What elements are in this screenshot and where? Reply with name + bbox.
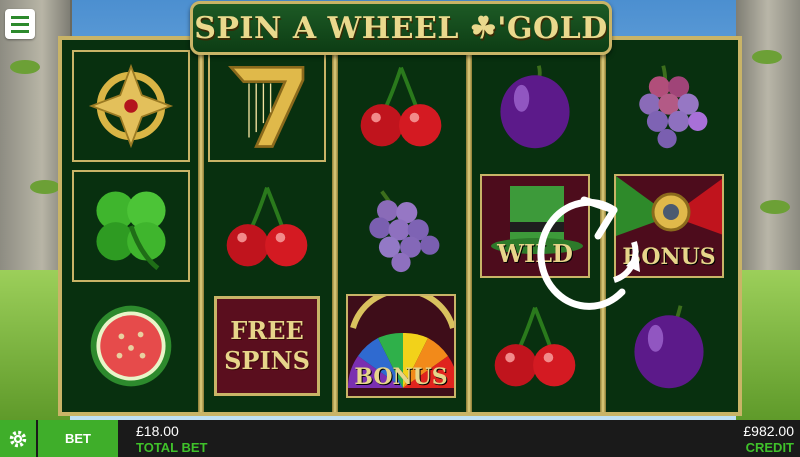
credit-value: £982.00	[743, 423, 794, 439]
total-bet-value: £18.00	[136, 423, 179, 439]
symbol-cherries	[342, 50, 460, 162]
menu-button[interactable]	[5, 9, 35, 39]
right-cliff	[736, 0, 800, 300]
symbol-celtic-cross	[72, 50, 190, 162]
grapes-icon	[369, 190, 440, 273]
bonus-wheel-tile: BONUS	[346, 294, 456, 398]
symbol-clover	[72, 170, 190, 282]
symbol-free-spins: FREE SPINS	[208, 290, 326, 402]
right-grass	[736, 270, 800, 420]
menu-icon-bar	[11, 29, 29, 33]
free-spins-line1: FREE	[230, 316, 304, 345]
watermelon-icon	[90, 305, 172, 387]
symbol-plum	[476, 50, 594, 162]
golden-harp-seven-icon	[228, 65, 305, 148]
reel-1	[68, 50, 194, 406]
reel-3: BONUS	[338, 50, 464, 406]
symbol-watermelon	[72, 290, 190, 402]
moss-decoration	[10, 60, 40, 74]
menu-icon-bar	[11, 15, 29, 19]
moss-decoration	[760, 200, 790, 214]
free-spins-line2: SPINS	[224, 346, 310, 375]
credit-label: CREDIT	[745, 440, 794, 455]
spin-button-icon[interactable]	[514, 180, 644, 346]
cherries-icon	[360, 66, 442, 147]
bonus-wheel-label: BONUS	[354, 364, 448, 390]
grapes-icon	[639, 65, 708, 149]
menu-icon-bar	[11, 22, 29, 26]
symbol-cherries	[208, 170, 326, 282]
free-spins-tile: FREE SPINS	[214, 296, 320, 396]
bet-button[interactable]: BET	[38, 420, 118, 457]
total-bet-label: TOTAL BET	[136, 440, 208, 455]
symbol-bonus-wheel: BONUS	[342, 290, 460, 402]
gear-icon	[9, 430, 27, 447]
game-title: SPIN A WHEEL ☘'GOLD	[194, 10, 608, 46]
four-leaf-clover-icon	[96, 191, 166, 271]
settings-button[interactable]	[0, 420, 36, 457]
cherries-icon	[226, 186, 308, 267]
symbol-grapes	[342, 170, 460, 282]
celtic-cross-icon	[88, 63, 174, 149]
moss-decoration	[30, 180, 60, 194]
plum-icon	[500, 65, 570, 149]
reel-2: FREE SPINS	[204, 50, 330, 406]
symbol-golden-harp-seven	[208, 50, 326, 162]
bottom-bar: BET £18.00 TOTAL BET £982.00 CREDIT	[0, 420, 800, 457]
game-title-plaque: SPIN A WHEEL ☘'GOLD	[190, 1, 612, 55]
symbol-grapes	[610, 50, 728, 162]
moss-decoration	[752, 50, 782, 64]
